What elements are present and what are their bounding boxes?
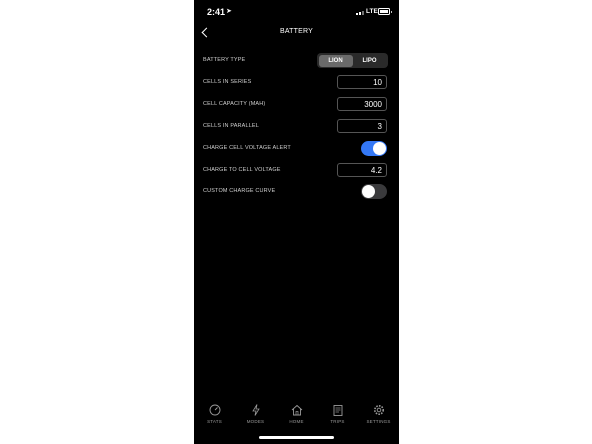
home-indicator[interactable] xyxy=(259,436,334,439)
tab-modes[interactable]: MODES xyxy=(235,402,276,430)
cells-in-series-row: CELLS IN SERIES 10 xyxy=(194,74,399,92)
tab-home[interactable]: HOME xyxy=(276,402,317,430)
home-icon xyxy=(276,404,317,420)
phone-screen: 2:41 ➤ LTE BATTERY BATTERY TYPE LION LIP… xyxy=(194,0,399,444)
page-title: BATTERY xyxy=(279,28,314,35)
toggle-knob xyxy=(362,185,375,198)
charge-to-cell-voltage-row: CHARGE TO CELL VOLTAGE 4.2 xyxy=(194,162,399,180)
custom-charge-curve-row: CUSTOM CHARGE CURVE xyxy=(194,183,399,201)
nav-bar: BATTERY xyxy=(194,24,399,42)
tab-home-label: HOME xyxy=(289,419,304,424)
tab-stats-label: STATS xyxy=(207,419,222,424)
battery-type-label: BATTERY TYPE xyxy=(203,57,246,63)
clipboard-icon xyxy=(317,404,358,420)
toggle-knob xyxy=(373,142,386,155)
tab-stats[interactable]: STATS xyxy=(194,402,235,430)
cell-capacity-label: CELL CAPACITY (MAH) xyxy=(203,101,266,107)
tab-modes-label: MODES xyxy=(246,419,265,424)
cell-capacity-input[interactable]: 3000 xyxy=(337,97,387,111)
gauge-icon xyxy=(194,404,235,420)
charge-cell-voltage-alert-row: CHARGE CELL VOLTAGE ALERT xyxy=(194,140,399,158)
charge-cell-voltage-alert-toggle[interactable] xyxy=(361,141,387,156)
battery-type-row: BATTERY TYPE LION LIPO xyxy=(194,52,399,70)
cells-in-parallel-label: CELLS IN PARALLEL xyxy=(203,123,259,129)
network-type: LTE xyxy=(366,7,378,15)
lightning-icon xyxy=(235,404,276,420)
cells-in-parallel-row: CELLS IN PARALLEL 3 xyxy=(194,118,399,136)
tab-settings-label: SETTINGS xyxy=(366,419,391,424)
gear-icon xyxy=(358,404,399,420)
tab-trips[interactable]: TRIPS xyxy=(317,402,358,430)
status-bar: 2:41 ➤ LTE xyxy=(194,0,399,22)
battery-type-lion-option[interactable]: LION xyxy=(318,54,353,67)
battery-type-lipo-option[interactable]: LIPO xyxy=(353,55,387,67)
custom-charge-curve-label: CUSTOM CHARGE CURVE xyxy=(203,188,276,194)
cell-capacity-row: CELL CAPACITY (MAH) 3000 xyxy=(194,96,399,114)
location-arrow-icon: ➤ xyxy=(226,8,232,15)
tab-bar: STATS MODES HOME TRIPS SETTINGS xyxy=(194,402,399,430)
status-time: 2:41 xyxy=(207,7,226,17)
battery-status-icon xyxy=(378,8,392,15)
battery-type-segmented-control: LION LIPO xyxy=(317,53,388,68)
charge-to-cell-voltage-input[interactable]: 4.2 xyxy=(337,163,387,177)
tab-settings[interactable]: SETTINGS xyxy=(358,402,399,430)
charge-cell-voltage-alert-label: CHARGE CELL VOLTAGE ALERT xyxy=(203,145,291,151)
custom-charge-curve-toggle[interactable] xyxy=(361,184,387,199)
charge-to-cell-voltage-label: CHARGE TO CELL VOLTAGE xyxy=(203,167,281,173)
cells-in-series-label: CELLS IN SERIES xyxy=(203,79,252,85)
tab-trips-label: TRIPS xyxy=(330,419,345,424)
cells-in-parallel-input[interactable]: 3 xyxy=(337,119,387,133)
cells-in-series-input[interactable]: 10 xyxy=(337,75,387,89)
